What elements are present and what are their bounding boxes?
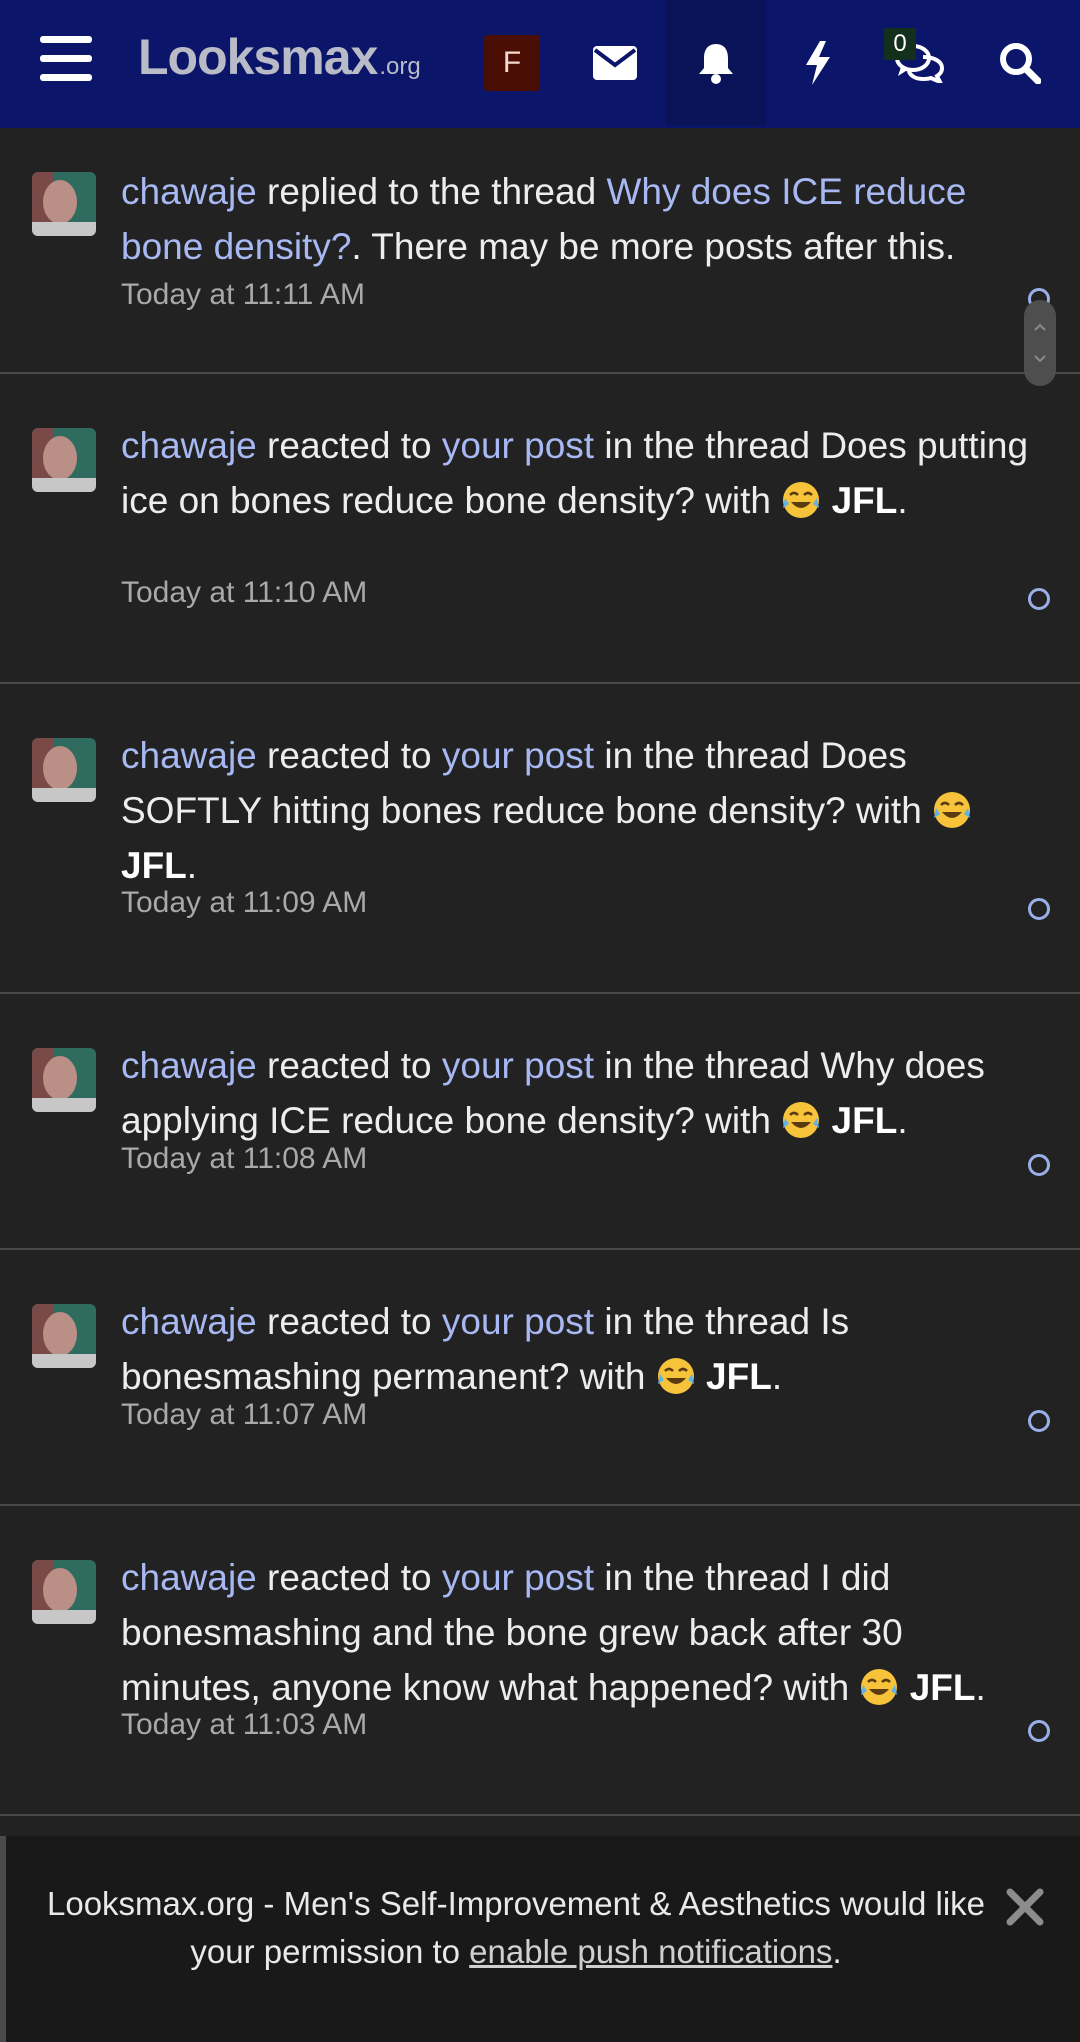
notification-end-text: . bbox=[771, 1356, 783, 1397]
reaction-label: JFL bbox=[831, 480, 898, 521]
username-link[interactable]: chawaje bbox=[121, 1557, 257, 1598]
laughing-crying-emoji-icon bbox=[859, 1667, 899, 1707]
avatar[interactable] bbox=[32, 1048, 96, 1112]
notification-end-text: . bbox=[897, 480, 908, 521]
notification-item[interactable]: chawaje reacted to your post in the thre… bbox=[0, 1250, 1080, 1506]
envelope-icon[interactable] bbox=[565, 0, 665, 125]
reaction-label: JFL bbox=[121, 845, 187, 886]
logo-suffix-text: .org bbox=[379, 53, 421, 80]
notification-text: chawaje replied to the thread Why does I… bbox=[121, 164, 1041, 274]
notification-text: chawaje reacted to your post in the thre… bbox=[121, 418, 1041, 528]
notification-item[interactable]: chawaje replied to the thread Why does I… bbox=[0, 128, 1080, 374]
push-banner-end: . bbox=[832, 1933, 842, 1970]
logo-main-text: Looksmax bbox=[138, 29, 378, 85]
notification-item[interactable]: chawaje reacted to your post in the thre… bbox=[0, 994, 1080, 1250]
laughing-crying-emoji-icon bbox=[656, 1356, 696, 1396]
reaction-label: JFL bbox=[706, 1356, 772, 1397]
notification-text: chawaje reacted to your post in the thre… bbox=[121, 728, 1041, 893]
notification-text: chawaje reacted to your post in the thre… bbox=[121, 1550, 1041, 1715]
notification-item[interactable]: chawaje reacted to your post in the thre… bbox=[0, 374, 1080, 684]
notification-timestamp: Today at 11:07 AM bbox=[121, 1398, 368, 1431]
notification-text: chawaje reacted to your post in the thre… bbox=[121, 1038, 1041, 1148]
notification-item[interactable]: chawaje reacted to your post in the thre… bbox=[0, 1506, 1080, 1816]
notification-action-text: reacted to bbox=[256, 425, 442, 466]
notification-action-text: replied to the thread bbox=[256, 171, 607, 212]
mark-read-toggle[interactable] bbox=[1028, 1154, 1050, 1176]
enable-push-link[interactable]: enable push notifications bbox=[469, 1933, 832, 1970]
top-navigation-bar: Looksmax .org F 0 bbox=[0, 0, 1080, 128]
reaction-label: JFL bbox=[831, 1100, 898, 1141]
post-link[interactable]: your post bbox=[442, 1301, 594, 1342]
avatar[interactable] bbox=[32, 1560, 96, 1624]
notification-item[interactable]: chawaje reacted to your post in the thre… bbox=[0, 684, 1080, 994]
post-link[interactable]: your post bbox=[442, 735, 594, 776]
notification-timestamp: Today at 11:11 AM bbox=[121, 278, 366, 311]
mark-read-toggle[interactable] bbox=[1028, 1720, 1050, 1742]
post-link[interactable]: your post bbox=[442, 425, 594, 466]
notification-timestamp: Today at 11:10 AM bbox=[121, 576, 368, 609]
avatar[interactable] bbox=[32, 738, 96, 802]
bolt-icon[interactable] bbox=[768, 0, 868, 125]
notification-end-text: . bbox=[186, 845, 198, 886]
notification-end-text: . There may be more posts after this. bbox=[351, 226, 956, 267]
username-link[interactable]: chawaje bbox=[121, 1301, 257, 1342]
mark-read-toggle[interactable] bbox=[1028, 898, 1050, 920]
scrollbar-thumb[interactable] bbox=[1024, 300, 1056, 386]
notification-action-text: reacted to bbox=[256, 1557, 442, 1598]
laughing-crying-emoji-icon bbox=[932, 790, 972, 830]
notification-action-text: reacted to bbox=[256, 1301, 442, 1342]
bell-icon[interactable] bbox=[666, 0, 766, 125]
chat-bubbles-icon[interactable] bbox=[870, 0, 970, 125]
notification-text: chawaje reacted to your post in the thre… bbox=[121, 1294, 1041, 1404]
mark-read-toggle[interactable] bbox=[1028, 588, 1050, 610]
post-link[interactable]: your post bbox=[442, 1045, 594, 1086]
notification-action-text: reacted to bbox=[256, 735, 442, 776]
user-account-button[interactable]: F bbox=[462, 0, 562, 125]
push-banner-message: Looksmax.org - Men's Self-Improvement & … bbox=[46, 1880, 986, 1976]
username-link[interactable]: chawaje bbox=[121, 171, 257, 212]
search-icon[interactable] bbox=[970, 0, 1070, 125]
site-logo[interactable]: Looksmax .org bbox=[138, 28, 421, 88]
username-link[interactable]: chawaje bbox=[121, 735, 257, 776]
post-link[interactable]: your post bbox=[442, 1557, 594, 1598]
notification-timestamp: Today at 11:03 AM bbox=[121, 1708, 368, 1741]
laughing-crying-emoji-icon bbox=[781, 480, 821, 520]
laughing-crying-emoji-icon bbox=[781, 1100, 821, 1140]
notification-end-text: . bbox=[897, 1100, 908, 1141]
avatar[interactable] bbox=[32, 172, 96, 236]
notification-timestamp: Today at 11:09 AM bbox=[121, 886, 368, 919]
username-link[interactable]: chawaje bbox=[121, 425, 257, 466]
reaction-label: JFL bbox=[909, 1667, 976, 1708]
notification-action-text: reacted to bbox=[256, 1045, 442, 1086]
username-link[interactable]: chawaje bbox=[121, 1045, 257, 1086]
conversations-count-badge: 0 bbox=[884, 28, 916, 60]
user-avatar-initial: F bbox=[484, 34, 540, 91]
push-notification-banner: Looksmax.org - Men's Self-Improvement & … bbox=[0, 1836, 1080, 2042]
menu-icon[interactable] bbox=[40, 36, 94, 84]
notification-timestamp: Today at 11:08 AM bbox=[121, 1142, 368, 1175]
avatar[interactable] bbox=[32, 1304, 96, 1368]
mark-read-toggle[interactable] bbox=[1028, 1410, 1050, 1432]
notification-end-text: . bbox=[975, 1667, 986, 1708]
avatar[interactable] bbox=[32, 428, 96, 492]
close-icon[interactable] bbox=[1004, 1886, 1046, 1928]
